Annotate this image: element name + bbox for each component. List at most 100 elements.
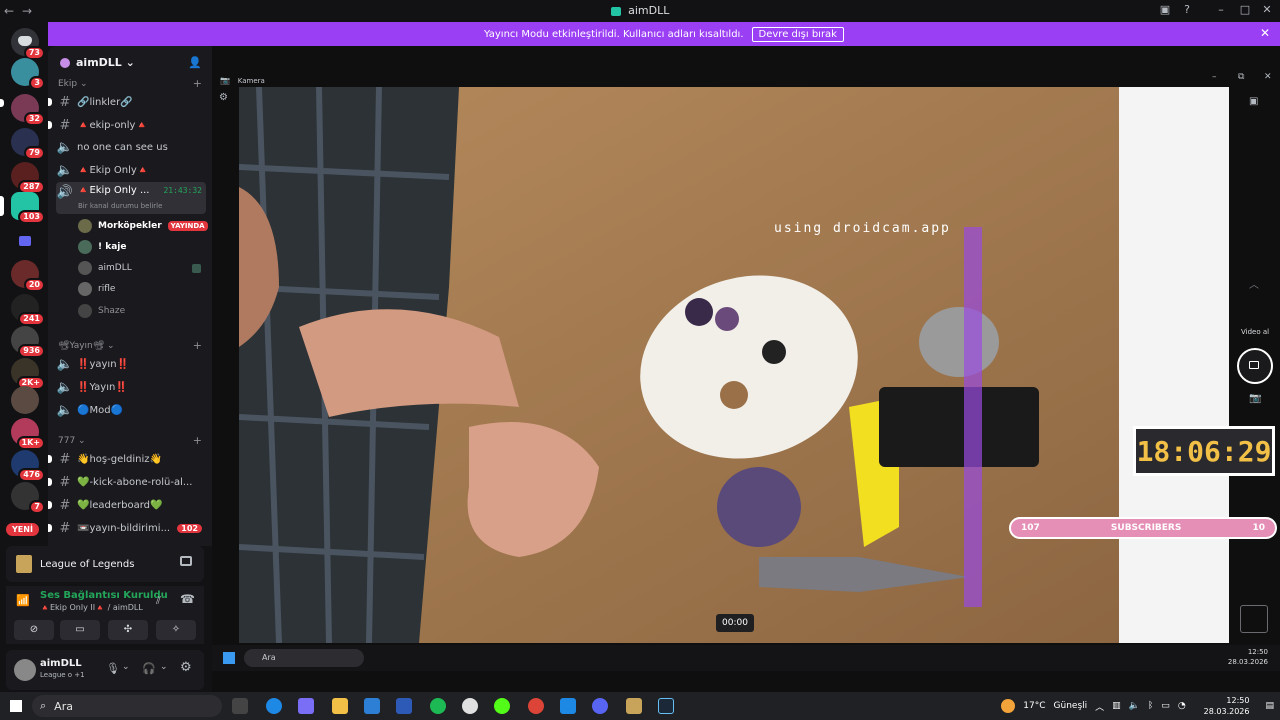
voice-channel[interactable]: 🔈 🔺Ekip Only🔺 — [56, 160, 206, 180]
category-yayin[interactable]: 📽Yayın📽 ⌄ — [58, 341, 115, 351]
weather-temp[interactable]: 17°C — [1023, 701, 1045, 711]
notifications-icon[interactable]: ▤ — [1265, 701, 1274, 711]
volume-icon[interactable]: 🔈 — [1129, 701, 1140, 711]
clock[interactable]: 12:50 28.03.2026 — [1204, 695, 1250, 717]
server-header[interactable]: aimDLL ⌄ — [60, 56, 135, 69]
screen-share-button[interactable]: ▭ — [60, 620, 100, 640]
inbox-icon[interactable]: ▣ — [1154, 3, 1176, 16]
channel-hos-geldiniz[interactable]: # 👋hoş-geldiniz👋 — [48, 449, 206, 469]
voice-channel[interactable]: 🔈 no one can see us — [56, 137, 206, 157]
microphone-icon[interactable]: 🎙 — [106, 662, 120, 675]
channel-ekip-only[interactable]: # 🔺ekip-only🔺 — [48, 115, 206, 135]
server-icon[interactable] — [11, 386, 39, 414]
new-badge[interactable]: YENİ — [6, 523, 39, 536]
chevron-down-icon[interactable]: ⌄ — [122, 662, 130, 672]
minimize-button[interactable]: – — [1210, 3, 1232, 16]
voice-channel[interactable]: 🔈 ‼️Yayın‼️ — [56, 377, 206, 397]
avatar[interactable] — [14, 659, 36, 681]
server-icon[interactable]: 7 — [11, 482, 45, 514]
settings-gear-icon[interactable]: ⚙ — [219, 92, 228, 103]
category-777[interactable]: 777 ⌄ — [58, 436, 86, 446]
league-client-icon[interactable] — [626, 698, 642, 714]
voice-channel[interactable]: 🔈 ‼️yayın‼️ — [56, 354, 206, 374]
file-explorer-icon[interactable] — [332, 698, 348, 714]
minimize-button[interactable]: – — [1212, 72, 1217, 82]
photo-gallery-icon[interactable]: ▣ — [1249, 96, 1258, 107]
channel-leaderboard[interactable]: # 💚leaderboard💚 — [48, 495, 206, 515]
category-ekip[interactable]: Ekip ⌄ — [58, 79, 88, 89]
add-friend-icon[interactable]: 👤 — [188, 56, 202, 69]
maximize-button[interactable]: □ — [1234, 3, 1256, 16]
close-icon[interactable]: ✕ — [1260, 26, 1270, 40]
notification-tray-icon[interactable]: ◔ — [1178, 701, 1186, 711]
activity-panel[interactable]: League of Legends — [6, 546, 204, 582]
disable-streamer-mode-button[interactable]: Devre dışı bırak — [751, 26, 844, 42]
thumbnail-preview[interactable] — [1240, 605, 1268, 633]
edge-icon[interactable] — [266, 698, 282, 714]
weather-text[interactable]: Güneşli — [1054, 701, 1088, 711]
record-video-button[interactable] — [1237, 348, 1273, 384]
spotify-icon[interactable] — [430, 698, 446, 714]
voice-user[interactable]: Shaze — [78, 301, 125, 321]
channel-status[interactable]: Bir kanal durumu belirle — [78, 202, 162, 210]
server-icon[interactable]: 936 — [11, 326, 45, 358]
store-icon[interactable] — [364, 698, 380, 714]
voice-status[interactable]: Ses Bağlantısı Kuruldu — [40, 590, 168, 601]
channel-yayin-bildirimi[interactable]: # 📼yayın-bildirimi... 102 — [48, 518, 206, 538]
server-icon[interactable]: 476 — [11, 450, 45, 482]
close-button[interactable]: ✕ — [1256, 3, 1278, 16]
server-icon[interactable]: 3 — [11, 58, 45, 90]
close-button[interactable]: ✕ — [1264, 72, 1272, 82]
taskbar-search[interactable]: ⌕ Ara — [32, 695, 222, 717]
server-icon-aimdll[interactable]: 103 — [11, 192, 45, 224]
task-view-icon[interactable] — [232, 698, 248, 714]
add-channel-icon[interactable]: + — [193, 434, 202, 447]
help-icon[interactable]: ? — [1176, 3, 1198, 16]
soundboard-button[interactable]: ✧ — [156, 620, 196, 640]
disconnect-icon[interactable]: ☎ — [180, 592, 195, 606]
server-icon[interactable]: 79 — [11, 128, 45, 160]
battle-net-icon[interactable] — [560, 698, 576, 714]
network-icon[interactable]: ▥ — [1112, 701, 1121, 711]
server-icon[interactable]: 20 — [11, 260, 45, 292]
server-icon[interactable]: 241 — [11, 294, 45, 326]
channel-kick-abone[interactable]: # 💚-kick-abone-rolü-al... — [48, 472, 206, 492]
steam-icon[interactable] — [658, 698, 674, 714]
chevron-up-icon[interactable]: ︿ — [1095, 700, 1104, 713]
chrome-icon[interactable] — [528, 698, 544, 714]
server-icon[interactable]: 32 — [11, 94, 45, 126]
discord-icon[interactable] — [592, 698, 608, 714]
gear-icon[interactable]: ⚙ — [180, 660, 192, 675]
server-icon[interactable]: 1K+ — [11, 418, 45, 450]
voice-channel-name[interactable]: 🔺Ekip Only II🔺 / aimDLL — [40, 603, 143, 612]
add-channel-icon[interactable]: + — [193, 77, 202, 90]
photo-camera-icon[interactable]: 📷 — [1249, 393, 1261, 404]
noise-suppression-icon[interactable]: ⫽ — [156, 594, 161, 608]
activities-button[interactable]: ✣ — [108, 620, 148, 640]
copilot-icon[interactable] — [298, 698, 314, 714]
chevron-down-icon[interactable]: ⌄ — [160, 662, 168, 672]
voice-user[interactable]: ! kaje — [78, 237, 127, 257]
folder-icon[interactable] — [11, 228, 39, 256]
mail-icon[interactable] — [396, 698, 412, 714]
camera-tray-icon[interactable]: ▭ — [1161, 701, 1170, 711]
channel-linkler[interactable]: # 🔗linkler🔗 — [48, 92, 206, 112]
bluetooth-icon[interactable]: ᛒ — [1148, 701, 1153, 711]
server-icon[interactable]: 287 — [11, 162, 45, 194]
windows-start-icon[interactable] — [10, 700, 22, 712]
voice-channel-active[interactable]: 🔊 🔺Ekip Only ... 21:43:32 Bir kanal duru… — [56, 182, 206, 214]
dm-home-button[interactable]: 73 — [11, 28, 45, 60]
app-icon[interactable] — [462, 698, 478, 714]
voice-user[interactable]: aimDLL — [78, 258, 201, 278]
add-channel-icon[interactable]: + — [193, 339, 202, 352]
screen-share-icon[interactable] — [180, 556, 192, 566]
voice-user[interactable]: Morköpekler YAYINDA — [78, 216, 208, 236]
restore-button[interactable]: ⧉ — [1238, 72, 1244, 82]
voice-channel[interactable]: 🔈 🔵Mod🔵 — [56, 400, 206, 420]
headphones-icon[interactable]: 🎧 — [142, 662, 156, 675]
voice-user[interactable]: rifle — [78, 279, 115, 299]
chevron-up-icon[interactable]: ︿ — [1249, 276, 1259, 291]
kick-icon[interactable] — [494, 698, 510, 714]
user-name[interactable]: aimDLL — [40, 658, 82, 669]
server-icon[interactable]: 2K+ — [11, 358, 45, 390]
